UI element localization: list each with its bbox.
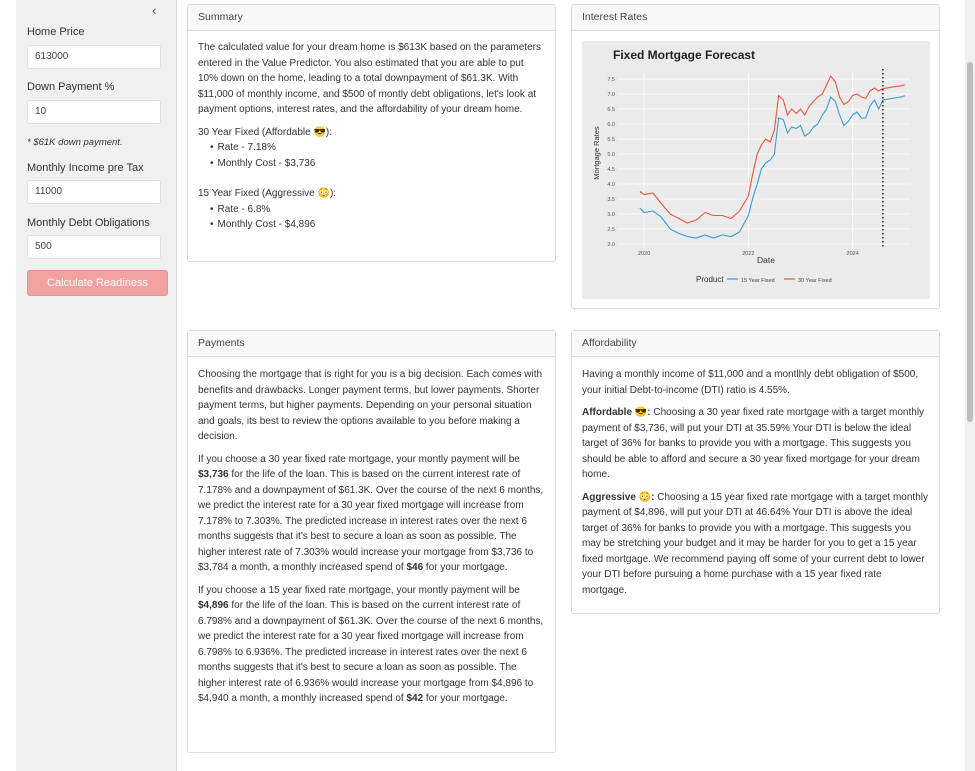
legend-15yr-label: 15 Year Fixed <box>741 278 775 284</box>
p3-text-c: for the life of the loan. This is based … <box>198 600 544 704</box>
payments-intro: Choosing the mortgage that is right for … <box>198 369 543 442</box>
income-label: Monthly Income pre Tax <box>27 162 144 174</box>
y-tick-label: 2.5 <box>607 227 615 233</box>
y-tick-label: 4.0 <box>607 182 615 188</box>
option2-cost: Monthly Cost - $4,896 <box>210 217 545 233</box>
chart-series <box>639 69 905 247</box>
payments-title: Payments <box>188 331 555 357</box>
cool-emoji-icon: 😎 <box>634 407 648 418</box>
affordability-intro: Having a monthly income of $11,000 and a… <box>582 369 919 396</box>
summary-intro: The calculated value for your dream home… <box>198 42 541 115</box>
y-tick-label: 6.0 <box>607 122 615 128</box>
p3-text-a: If you choose a 15 year fixed rate mortg… <box>198 584 520 596</box>
option1-cost: Monthly Cost - $3,736 <box>210 156 545 172</box>
debt-label: Monthly Debt Obligations <box>27 217 150 229</box>
option2-close: ): <box>329 188 337 199</box>
down-payment-note: * $61K down payment. <box>27 137 123 148</box>
debt-input[interactable]: 500 <box>27 235 161 259</box>
summary-panel: Summary The calculated value for your dr… <box>187 4 556 262</box>
option1-rate: Rate - 7.18% <box>210 140 545 156</box>
cool-emoji-icon: 😎 <box>313 126 326 138</box>
legend-title: Product <box>696 275 724 284</box>
y-tick-label: 7.0 <box>607 92 615 98</box>
scrollbar-thumb[interactable] <box>967 62 973 422</box>
legend-30yr-label: 30 Year Fixed <box>798 278 832 284</box>
y-tick-labels: 2.0 2.5 3.0 3.5 4.0 4.5 5.0 5.5 6.0 6.5 7.0 7.5 <box>607 77 615 248</box>
interest-rates-panel: Interest Rates Fixed Mortgage Forecast 2… <box>571 4 940 309</box>
summary-title: Summary <box>188 5 555 31</box>
p2-text-c: for the life of the loan. This is based … <box>198 469 544 573</box>
series-line-15yr <box>639 95 905 239</box>
payments-30yr-paragraph: If you choose a 30 year fixed rate mortg… <box>198 452 545 576</box>
y-tick-label: 5.0 <box>607 152 615 158</box>
payments-15yr-paragraph: If you choose a 15 year fixed rate mortg… <box>198 583 545 707</box>
flushed-emoji-icon: 😳 <box>638 491 652 503</box>
y-tick-label: 3.0 <box>607 212 615 218</box>
home-price-input[interactable]: 613000 <box>27 45 161 69</box>
chart-svg: Fixed Mortgage Forecast 2.0 2.5 3.0 3.5 4.0 4… <box>592 48 910 284</box>
page-scrollbar[interactable] <box>965 0 975 771</box>
aggressive-text: Choosing a 15 year fixed rate mortgage w… <box>582 491 928 596</box>
x-tick-label: 2020 <box>638 251 650 257</box>
y-tick-label: 7.5 <box>607 77 615 83</box>
p3-text-e: for your mortgage. <box>423 693 508 704</box>
y-tick-label: 5.5 <box>607 137 615 143</box>
collapse-sidebar-icon[interactable]: ‹ <box>152 2 157 18</box>
chart-title: Fixed Mortgage Forecast <box>613 48 755 62</box>
option2-list: Rate - 6.8% Monthly Cost - $4,896 <box>198 202 545 233</box>
x-tick-labels: 2020 2022 2024 <box>638 251 859 257</box>
x-axis-label: Date <box>757 255 775 265</box>
flushed-emoji-icon: 😳 <box>317 188 330 199</box>
chart-legend: Product 15 Year Fixed 30 Year Fixed <box>696 275 832 284</box>
affordable-label: Affordable <box>582 407 635 418</box>
down-payment-input[interactable]: 10 <box>27 100 161 124</box>
window-left-edge <box>0 0 17 771</box>
calculate-readiness-button[interactable]: Calculate Readiness <box>27 270 168 296</box>
y-tick-label: 3.5 <box>607 197 615 203</box>
option2-title: 15 Year Fixed (Aggressive <box>198 188 318 199</box>
p2-text-a: If you choose a 30 year fixed rate mortg… <box>198 453 520 465</box>
affordability-panel: Affordability Having a monthly income of… <box>571 330 940 614</box>
option2-heading: 15 Year Fixed (Aggressive 😳): <box>198 186 545 202</box>
option2-rate: Rate - 6.8% <box>210 202 545 218</box>
y-tick-label: 4.5 <box>607 167 615 173</box>
aggressive-label: Aggressive <box>582 491 639 503</box>
interest-rates-title: Interest Rates <box>572 5 939 31</box>
p2-text-e: for your mortgage. <box>423 562 508 573</box>
down-payment-label: Down Payment % <box>27 81 115 93</box>
option1-heading: 30 Year Fixed (Affordable 😎): <box>198 125 545 141</box>
chart-grid <box>618 73 910 247</box>
option1-title: 30 Year Fixed (Affordable <box>198 126 314 138</box>
main-content: Summary The calculated value for your dr… <box>177 0 965 771</box>
option1-close: ): <box>325 126 333 138</box>
y-tick-label: 6.5 <box>607 107 615 113</box>
sidebar: ‹ Home Price 613000 Down Payment % 10 * … <box>16 0 177 771</box>
series-line-30yr <box>639 74 905 224</box>
affordable-paragraph: Affordable 😎: Choosing a 30 year fixed r… <box>582 405 929 483</box>
mortgage-forecast-chart: Fixed Mortgage Forecast 2.0 2.5 3.0 3.5 4.0 4… <box>582 41 930 299</box>
income-input[interactable]: 11000 <box>27 180 161 204</box>
p3-increase: $42 <box>406 693 424 704</box>
payments-panel: Payments Choosing the mortgage that is r… <box>187 330 556 753</box>
affordability-title: Affordability <box>572 331 939 357</box>
p2-increase: $46 <box>406 562 424 573</box>
aggressive-paragraph: Aggressive 😳: Choosing a 15 year fixed r… <box>582 490 929 599</box>
y-tick-label: 2.0 <box>607 242 615 248</box>
p3-payment: $4,896 <box>198 600 229 611</box>
y-axis-label: Mortgage Rates <box>592 126 601 180</box>
p2-payment: $3,736 <box>198 469 229 480</box>
x-tick-label: 2024 <box>847 251 859 257</box>
x-tick-label: 2022 <box>742 251 754 257</box>
home-price-label: Home Price <box>27 26 85 38</box>
option1-list: Rate - 7.18% Monthly Cost - $3,736 <box>198 140 545 171</box>
